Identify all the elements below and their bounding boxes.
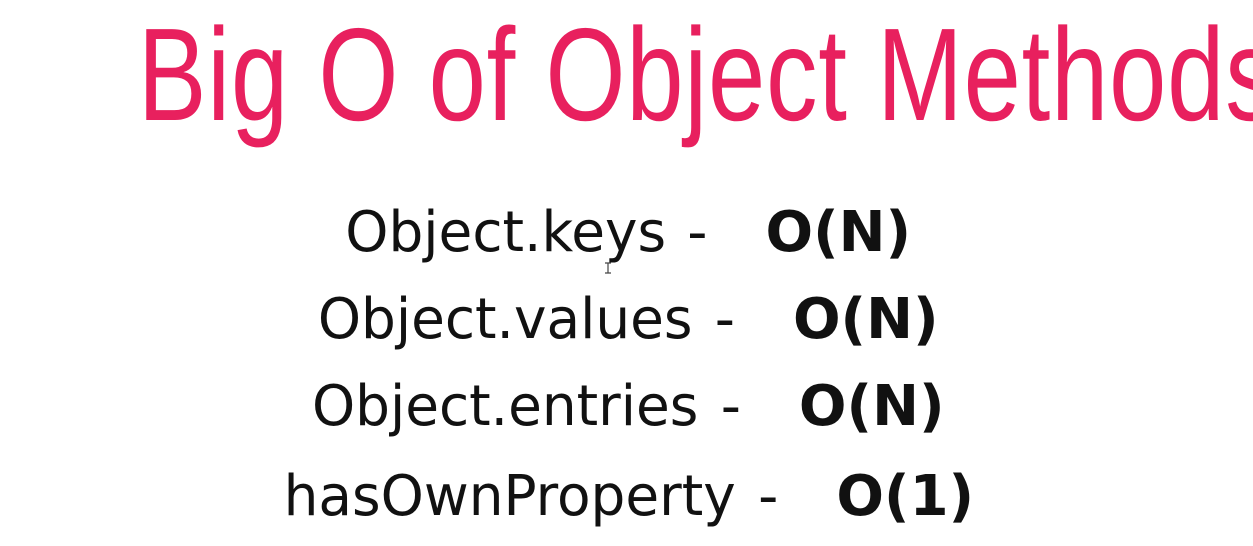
method-name: Object.keys — [345, 199, 666, 265]
complexity-row-object-values: Object.values - O(N) — [0, 276, 1253, 362]
separator: - — [714, 286, 735, 352]
slide-title: Big O of Object Methods — [137, 1, 1253, 148]
text-cursor-icon — [605, 262, 611, 274]
separator: - — [687, 199, 708, 265]
complexity-value: O(N) — [798, 373, 945, 439]
complexity-list: Object.keys - O(N) Object.values - O(N) … — [0, 188, 1253, 542]
slide: Big O of Object Methods Object.keys - O(… — [0, 0, 1253, 546]
method-name: Object.entries — [312, 373, 699, 439]
separator: - — [758, 463, 779, 529]
complexity-row-hasownproperty: hasOwnProperty - O(1) — [0, 450, 1253, 542]
complexity-value: O(N) — [765, 199, 912, 265]
separator: - — [720, 373, 741, 439]
complexity-row-object-entries: Object.entries - O(N) — [0, 362, 1253, 450]
complexity-value: O(1) — [836, 463, 975, 529]
complexity-value: O(N) — [792, 286, 939, 352]
method-name: hasOwnProperty — [283, 463, 736, 529]
method-name: Object.values — [318, 286, 693, 352]
complexity-row-object-keys: Object.keys - O(N) — [0, 188, 1253, 276]
